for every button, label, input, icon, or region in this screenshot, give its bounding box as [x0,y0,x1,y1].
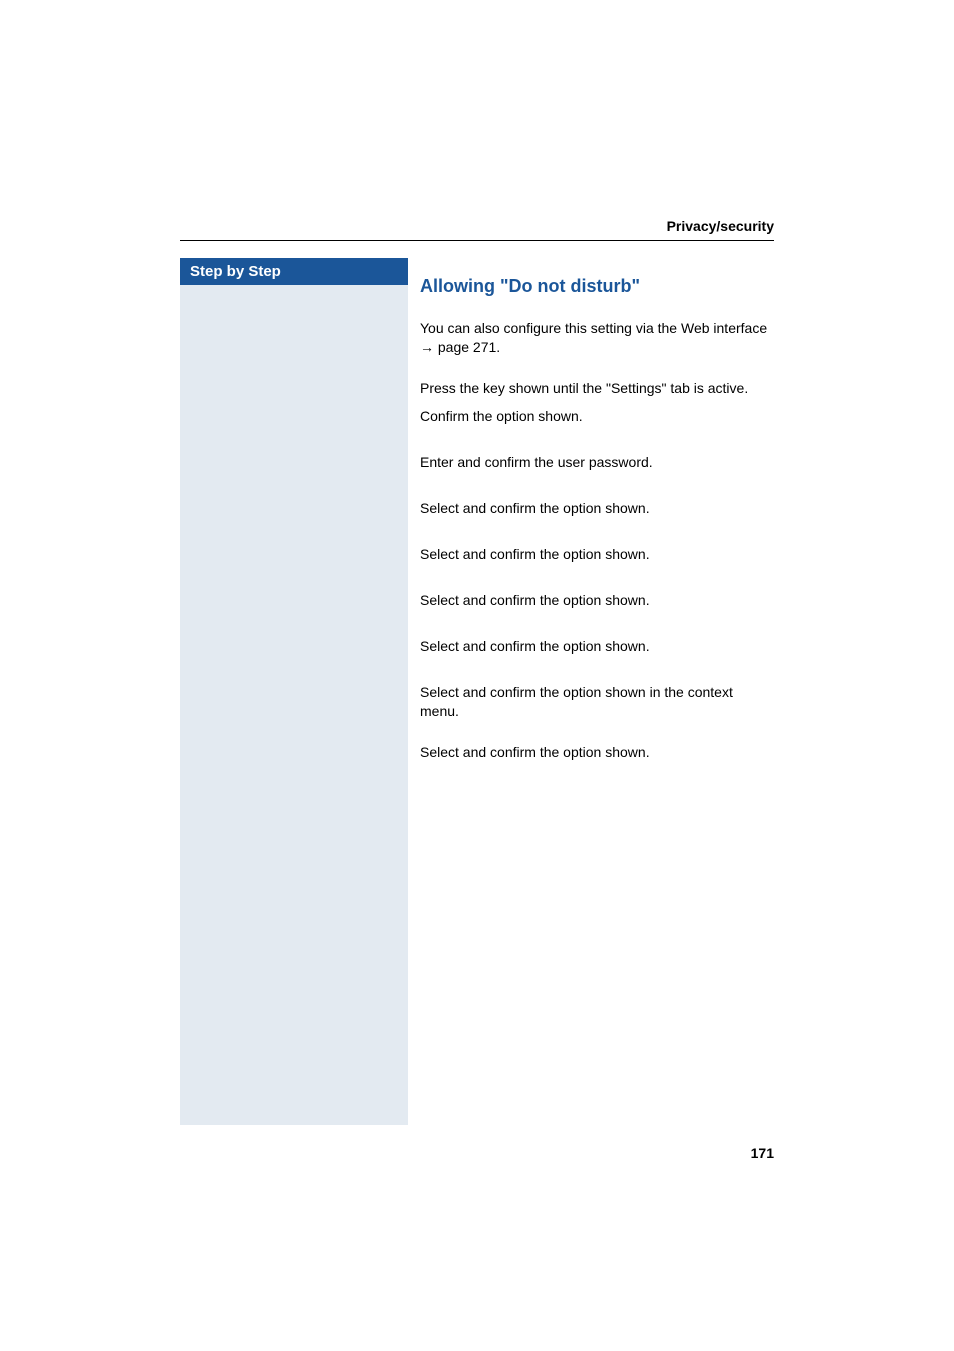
arrow-icon: → [420,339,434,355]
step-description: Confirm the option shown. [408,407,774,426]
intro-text: You can also configure this setting via … [408,319,774,357]
section-title: Privacy/security [667,218,774,234]
text: page 271. [434,339,500,355]
page-number: 171 [751,1145,774,1161]
step-by-step-body [180,285,408,1125]
step-description: Select and confirm the option shown. [408,545,774,564]
step-description: Press the key shown until the "Settings"… [408,379,774,398]
main-column: Allowing "Do not disturb" You can also c… [408,258,774,1125]
main-heading: Allowing "Do not disturb" [420,276,774,297]
step-description: Select and confirm the option shown. [408,743,774,762]
step-description: Enter and confirm the user password. [408,453,774,472]
step-description: Select and confirm the option shown. [408,637,774,656]
step-description: Select and confirm the option shown. [408,499,774,518]
content-area: Step by Step Allowing "Do not disturb" Y… [180,258,774,1125]
step-by-step-label: Step by Step [190,263,281,280]
sidebar: Step by Step [180,258,408,1125]
page-header: Privacy/security [180,218,774,241]
text: You can also configure this setting via … [420,320,767,336]
step-description: Select and confirm the option shown in t… [408,683,774,721]
step-by-step-header: Step by Step [180,258,408,285]
step-description: Select and confirm the option shown. [408,591,774,610]
